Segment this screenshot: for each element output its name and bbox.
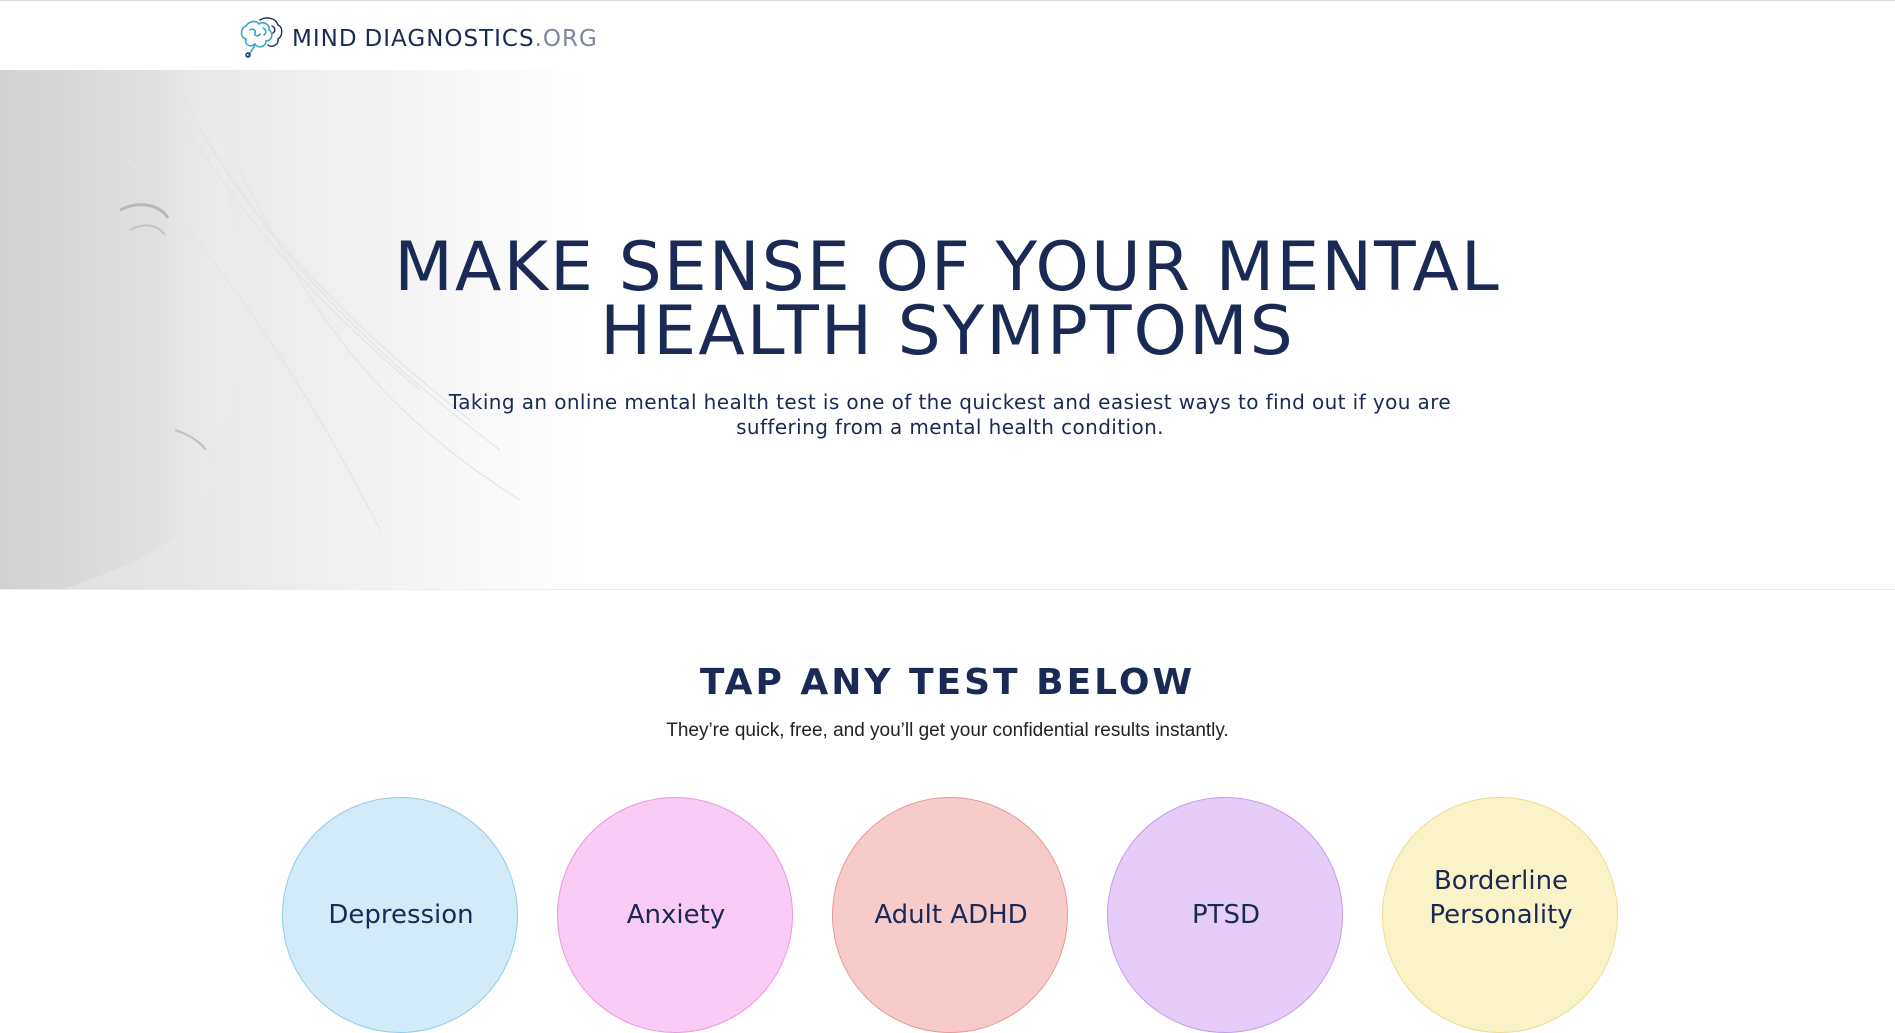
hero-title: MAKE SENSE OF YOUR MENTAL HEALTH SYMPTOM… [394,228,1501,371]
test-card-borderline-personality[interactable]: Borderline Personality [1382,797,1618,1033]
test-label: Borderline [1433,866,1569,896]
test-card-depression[interactable]: Depression [282,797,518,1033]
test-label-line2: Personality [1429,900,1573,930]
tests-section-subtitle: They’re quick, free, and you’ll get your… [666,720,1229,741]
tests-section-title: TAP ANY TEST BELOW [699,662,1196,703]
hero-subtitle: Taking an online mental health test is o… [448,390,1452,439]
test-card-anxiety[interactable]: Anxiety [557,797,793,1033]
brand-name: MIND DIAGNOSTICS.ORG [292,26,598,52]
test-card-adult-adhd[interactable]: Adult ADHD [832,797,1068,1033]
test-label: PTSD [1191,900,1261,930]
site-header: MIND DIAGNOSTICS.ORG [0,1,1895,70]
test-label: Adult ADHD [874,900,1028,930]
test-label: Depression [328,900,474,930]
site-logo[interactable]: MIND DIAGNOSTICS.ORG [236,14,598,64]
test-card-ptsd[interactable]: PTSD [1107,797,1343,1033]
hero-banner: MAKE SENSE OF YOUR MENTAL HEALTH SYMPTOM… [0,70,1895,590]
test-label: Anxiety [626,900,726,930]
brain-icon [236,14,284,64]
